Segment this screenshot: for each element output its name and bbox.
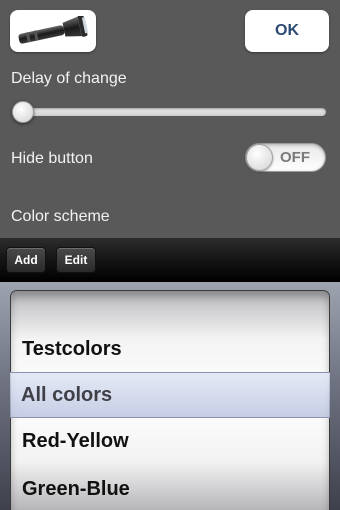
picker-item-selected[interactable]: All colors bbox=[21, 384, 112, 407]
picker-item[interactable]: Testcolors bbox=[22, 338, 122, 361]
toolbar: Add Edit bbox=[0, 238, 340, 282]
delay-slider-track[interactable] bbox=[14, 108, 326, 116]
flashlight-icon bbox=[18, 16, 89, 44]
color-scheme-label: Color scheme bbox=[11, 208, 110, 225]
picker-item[interactable]: Green-Blue bbox=[22, 478, 130, 501]
delay-label: Delay of change bbox=[11, 70, 127, 87]
delay-slider-knob[interactable] bbox=[12, 101, 34, 123]
edit-button[interactable]: Edit bbox=[56, 247, 96, 273]
ok-button[interactable]: OK bbox=[245, 10, 329, 52]
hide-button-label: Hide button bbox=[11, 150, 93, 167]
settings-panel: OK Delay of change Hide button OFF Color… bbox=[0, 0, 340, 238]
add-button[interactable]: Add bbox=[6, 247, 46, 273]
picker-item[interactable]: Red-Yellow bbox=[22, 430, 129, 453]
picker-selection-bar[interactable]: All colors bbox=[10, 372, 330, 418]
toggle-state-label: OFF bbox=[280, 149, 310, 166]
flashlight-thumbnail-button[interactable] bbox=[10, 10, 96, 52]
toggle-knob bbox=[246, 144, 273, 171]
hide-button-toggle[interactable]: OFF bbox=[245, 143, 326, 172]
